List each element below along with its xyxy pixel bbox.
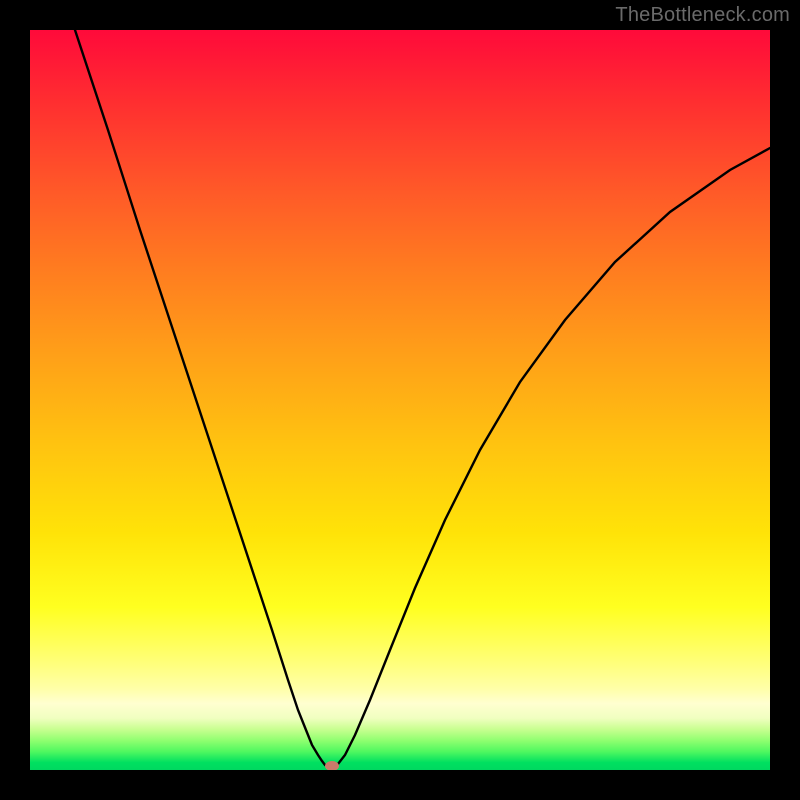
optimal-point-marker: [325, 761, 339, 770]
chart-container: TheBottleneck.com: [0, 0, 800, 800]
attribution-label: TheBottleneck.com: [615, 4, 790, 27]
plot-area: [30, 30, 770, 770]
bottleneck-curve: [75, 30, 770, 768]
curve-svg: [30, 30, 770, 770]
